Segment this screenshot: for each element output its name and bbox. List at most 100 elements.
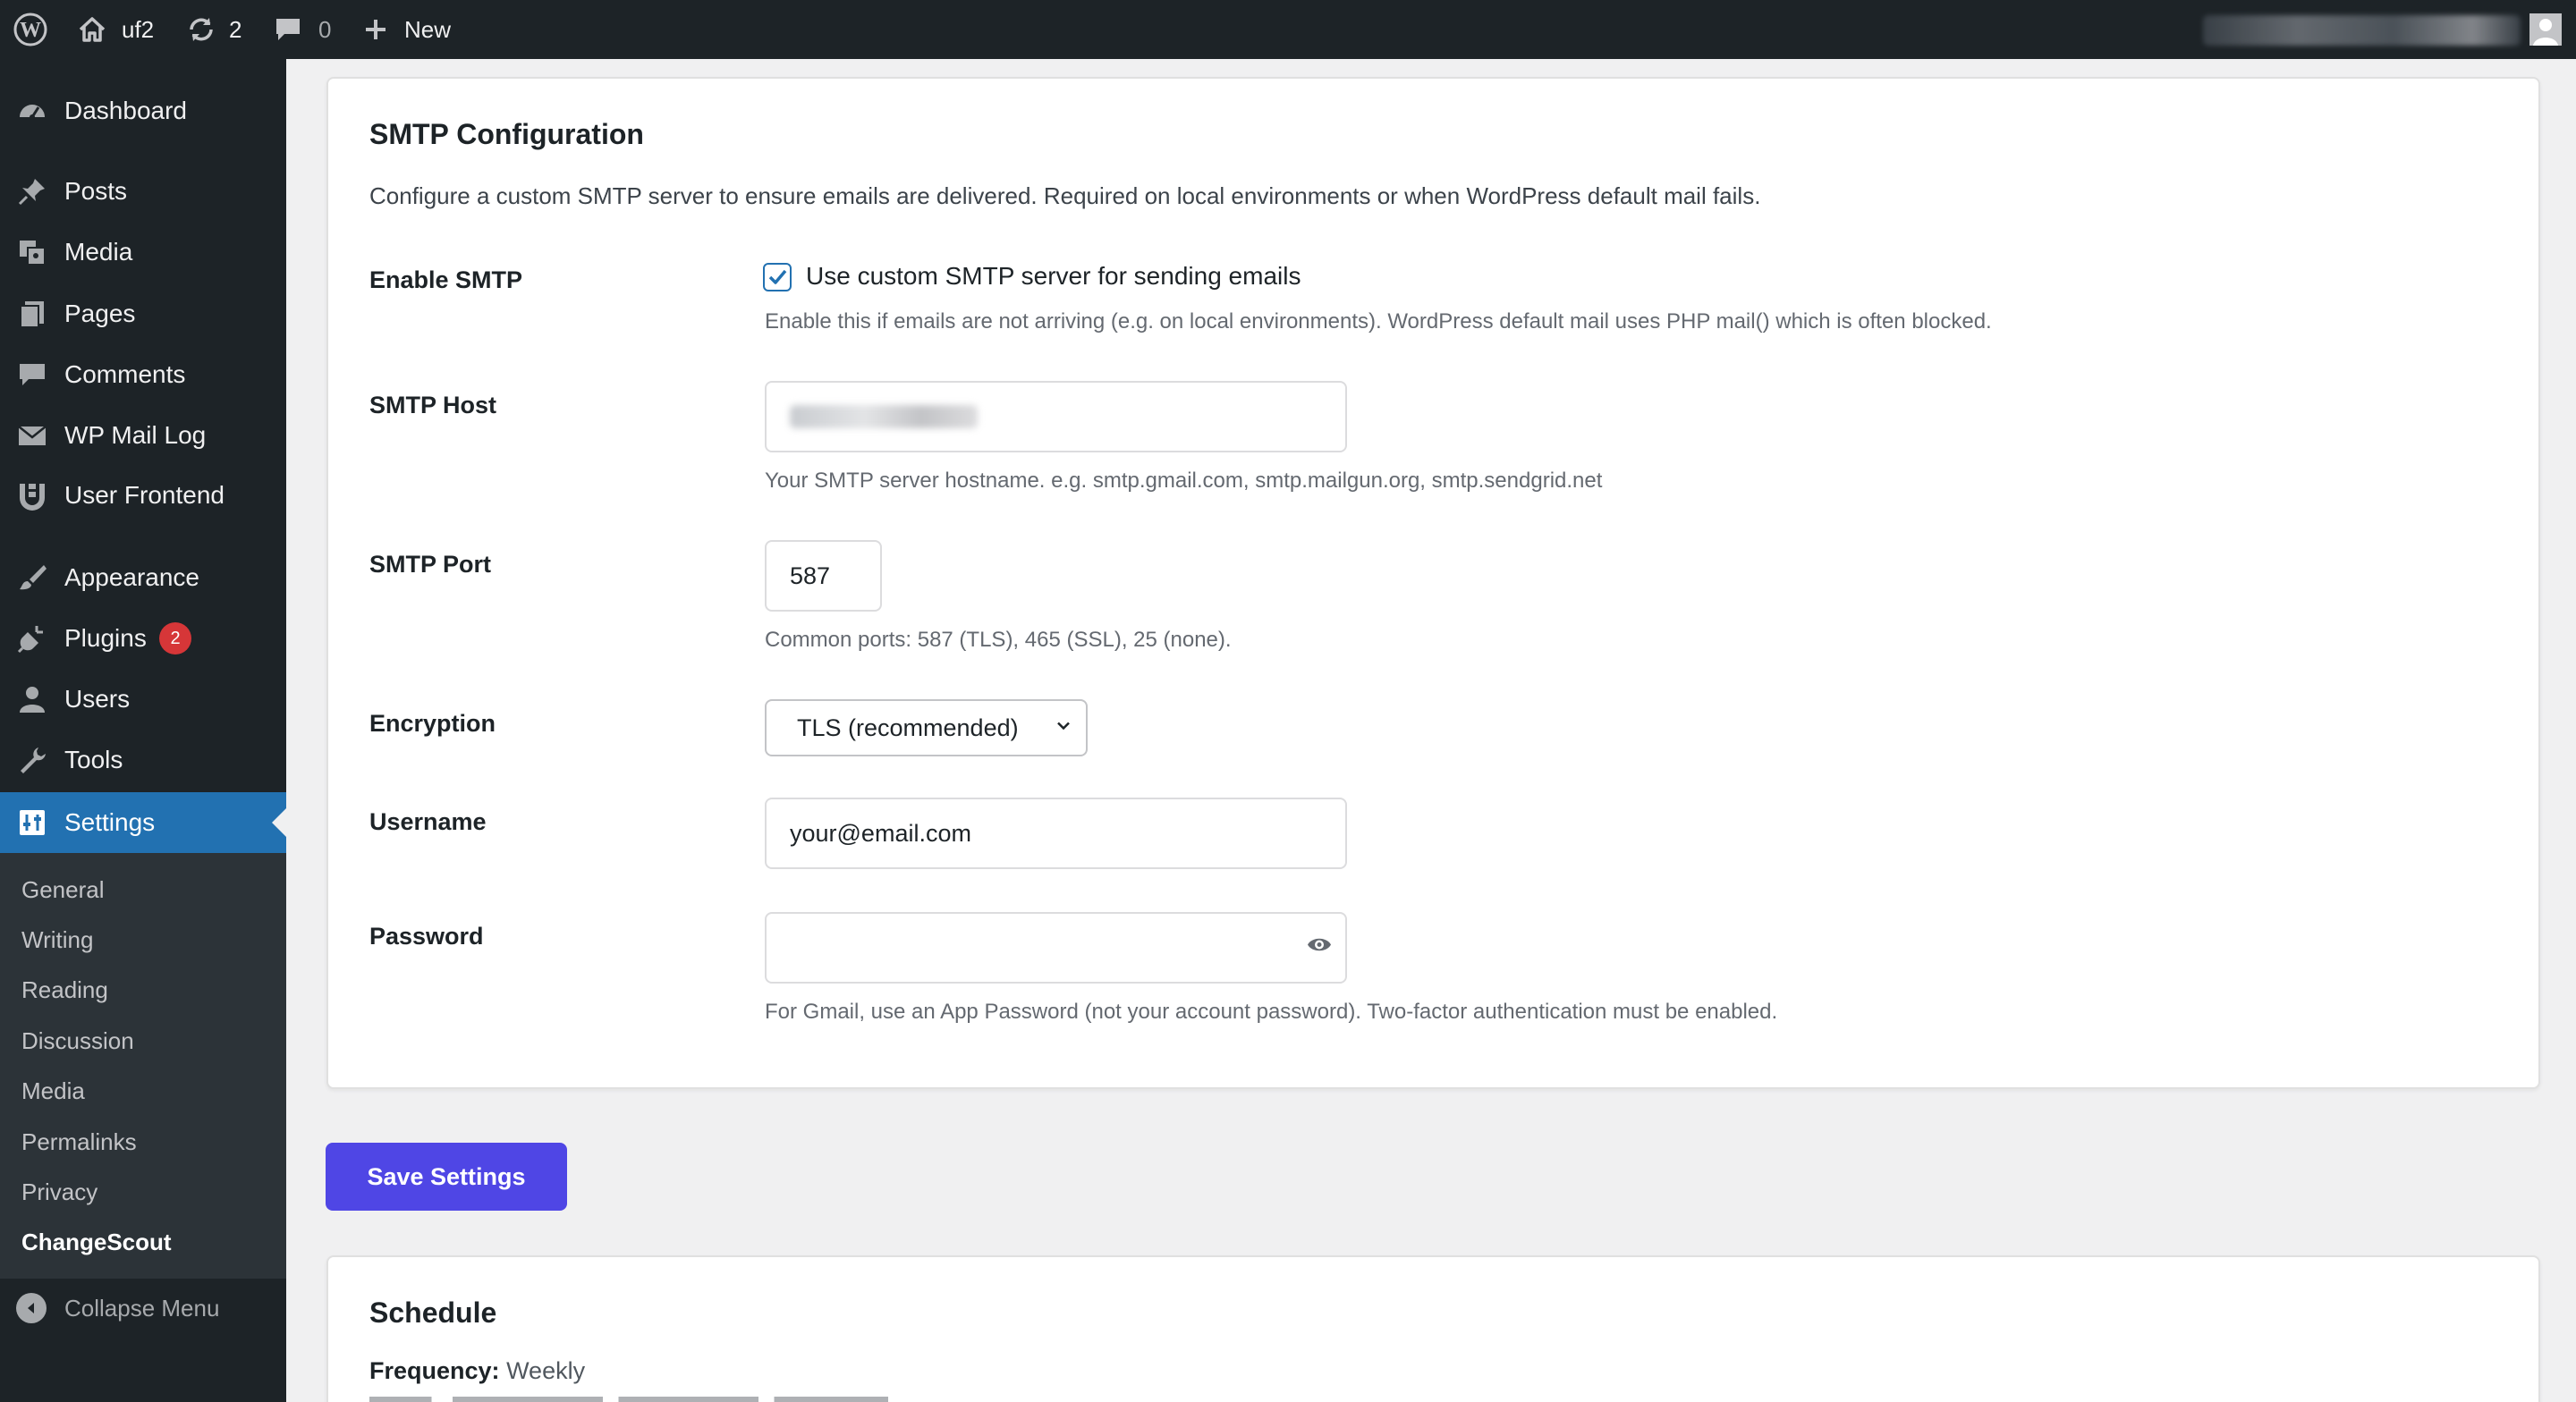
plugins-update-badge: 2 xyxy=(159,622,191,655)
menu-label: Plugins xyxy=(64,624,147,652)
checkmark-icon xyxy=(768,269,787,284)
menu-label: WP Mail Log xyxy=(64,421,207,449)
submenu-privacy[interactable]: Privacy xyxy=(21,1178,97,1206)
submenu-changescout[interactable]: ChangeScout xyxy=(21,1229,172,1256)
smtp-title: SMTP Configuration xyxy=(369,118,644,150)
password-help: For Gmail, use an App Password (not your… xyxy=(765,1000,1778,1024)
site-name: uf2 xyxy=(122,15,155,43)
smtp-host-value-blurred xyxy=(790,405,978,428)
smtp-port-help: Common ports: 587 (TLS), 465 (SSL), 25 (… xyxy=(765,628,1232,652)
username-label: Username xyxy=(369,808,487,835)
enable-smtp-help: Enable this if emails are not arriving (… xyxy=(765,309,1992,334)
menu-label: Users xyxy=(64,685,131,713)
avatar[interactable] xyxy=(2529,13,2562,46)
plus-icon xyxy=(363,17,388,42)
password-label: Password xyxy=(369,923,484,950)
menu-tools[interactable]: Tools xyxy=(0,730,286,790)
menu-settings[interactable]: Settings xyxy=(0,792,286,853)
enable-smtp-checkbox-label[interactable]: Use custom SMTP server for sending email… xyxy=(806,262,1301,291)
admin-bar: W uf2 2 0 New xyxy=(0,0,2576,59)
settings-icon xyxy=(16,807,48,839)
smtp-description: Configure a custom SMTP server to ensure… xyxy=(369,182,1761,209)
menu-label: Appearance xyxy=(64,563,200,591)
menu-plugins[interactable]: Plugins 2 xyxy=(0,608,286,669)
collapse-label: Collapse Menu xyxy=(64,1294,220,1322)
site-home-link[interactable]: uf2 xyxy=(77,0,154,59)
username-input[interactable]: your@email.com xyxy=(765,798,1347,869)
comments-link[interactable]: 0 xyxy=(274,0,331,59)
encryption-select[interactable]: TLS (recommended) xyxy=(765,699,1088,756)
menu-media[interactable]: Media xyxy=(0,222,286,283)
schedule-title: Schedule xyxy=(369,1296,497,1329)
submenu-general[interactable]: General xyxy=(21,876,105,904)
comment-icon xyxy=(16,359,48,391)
smtp-port-value: 587 xyxy=(790,562,831,589)
new-content-link[interactable]: New xyxy=(363,0,451,59)
menu-wp-mail-log[interactable]: WP Mail Log xyxy=(0,405,286,466)
menu-label: Media xyxy=(64,238,133,266)
save-settings-button[interactable]: Save Settings xyxy=(326,1143,567,1211)
frequency-value: Weekly xyxy=(506,1357,586,1384)
updates-link[interactable]: 2 xyxy=(186,0,242,59)
mail-icon xyxy=(16,419,48,452)
collapse-icon xyxy=(16,1293,47,1323)
menu-dashboard[interactable]: Dashboard xyxy=(0,80,286,141)
smtp-port-label: SMTP Port xyxy=(369,551,492,578)
menu-label: Tools xyxy=(64,746,123,773)
wrench-icon xyxy=(16,744,48,776)
account-name-blurred[interactable] xyxy=(2203,15,2521,46)
menu-label: Dashboard xyxy=(64,97,187,124)
media-icon xyxy=(16,236,48,268)
password-input[interactable] xyxy=(765,912,1347,984)
chevron-down-icon xyxy=(1054,714,1073,742)
dashboard-icon xyxy=(16,95,48,127)
updates-count: 2 xyxy=(229,15,242,43)
smtp-host-help: Your SMTP server hostname. e.g. smtp.gma… xyxy=(765,469,1603,493)
wordpress-logo-icon[interactable]: W xyxy=(13,0,48,59)
submenu-media[interactable]: Media xyxy=(21,1077,85,1105)
new-label: New xyxy=(404,15,452,43)
pin-icon xyxy=(16,175,48,207)
frequency-label: Frequency: xyxy=(369,1357,500,1384)
menu-label: Comments xyxy=(64,360,186,388)
menu-pages[interactable]: Pages xyxy=(0,283,286,344)
comment-icon xyxy=(274,15,302,44)
eye-icon[interactable] xyxy=(1306,932,1333,965)
smtp-host-label: SMTP Host xyxy=(369,392,497,418)
home-icon xyxy=(77,14,107,45)
frequency-row: Frequency: Weekly xyxy=(369,1357,585,1385)
pages-icon xyxy=(16,298,48,330)
comments-count: 0 xyxy=(318,15,332,43)
svg-text:W: W xyxy=(20,19,41,42)
settings-submenu xyxy=(0,853,286,1279)
submenu-permalinks[interactable]: Permalinks xyxy=(21,1128,137,1156)
encryption-selected-value: TLS (recommended) xyxy=(797,714,1019,741)
menu-appearance[interactable]: Appearance xyxy=(0,547,286,608)
user-frontend-icon xyxy=(16,479,48,511)
menu-label: Posts xyxy=(64,177,128,205)
smtp-port-input[interactable]: 587 xyxy=(765,540,882,612)
username-placeholder: your@email.com xyxy=(790,819,971,847)
menu-comments[interactable]: Comments xyxy=(0,344,286,405)
menu-label: Pages xyxy=(64,300,136,327)
smtp-configuration-card xyxy=(326,77,2540,1089)
enable-smtp-checkbox[interactable] xyxy=(763,263,792,291)
menu-label: Settings xyxy=(64,808,156,836)
submenu-discussion[interactable]: Discussion xyxy=(21,1027,134,1055)
menu-label: User Frontend xyxy=(64,481,225,509)
encryption-label: Encryption xyxy=(369,710,496,737)
plugin-icon xyxy=(16,622,48,655)
menu-posts[interactable]: Posts xyxy=(0,161,286,222)
brush-icon xyxy=(16,562,48,594)
collapse-menu-button[interactable]: Collapse Menu xyxy=(0,1279,286,1338)
updates-icon xyxy=(186,14,216,45)
next-run-text-cut-off xyxy=(369,1397,888,1402)
submenu-writing[interactable]: Writing xyxy=(21,926,93,954)
user-icon xyxy=(16,683,48,715)
submenu-reading[interactable]: Reading xyxy=(21,976,108,1004)
schedule-card xyxy=(326,1255,2540,1402)
menu-users[interactable]: Users xyxy=(0,669,286,730)
menu-user-frontend[interactable]: User Frontend xyxy=(0,465,286,526)
smtp-host-input[interactable] xyxy=(765,381,1347,452)
enable-smtp-label: Enable SMTP xyxy=(369,266,523,293)
